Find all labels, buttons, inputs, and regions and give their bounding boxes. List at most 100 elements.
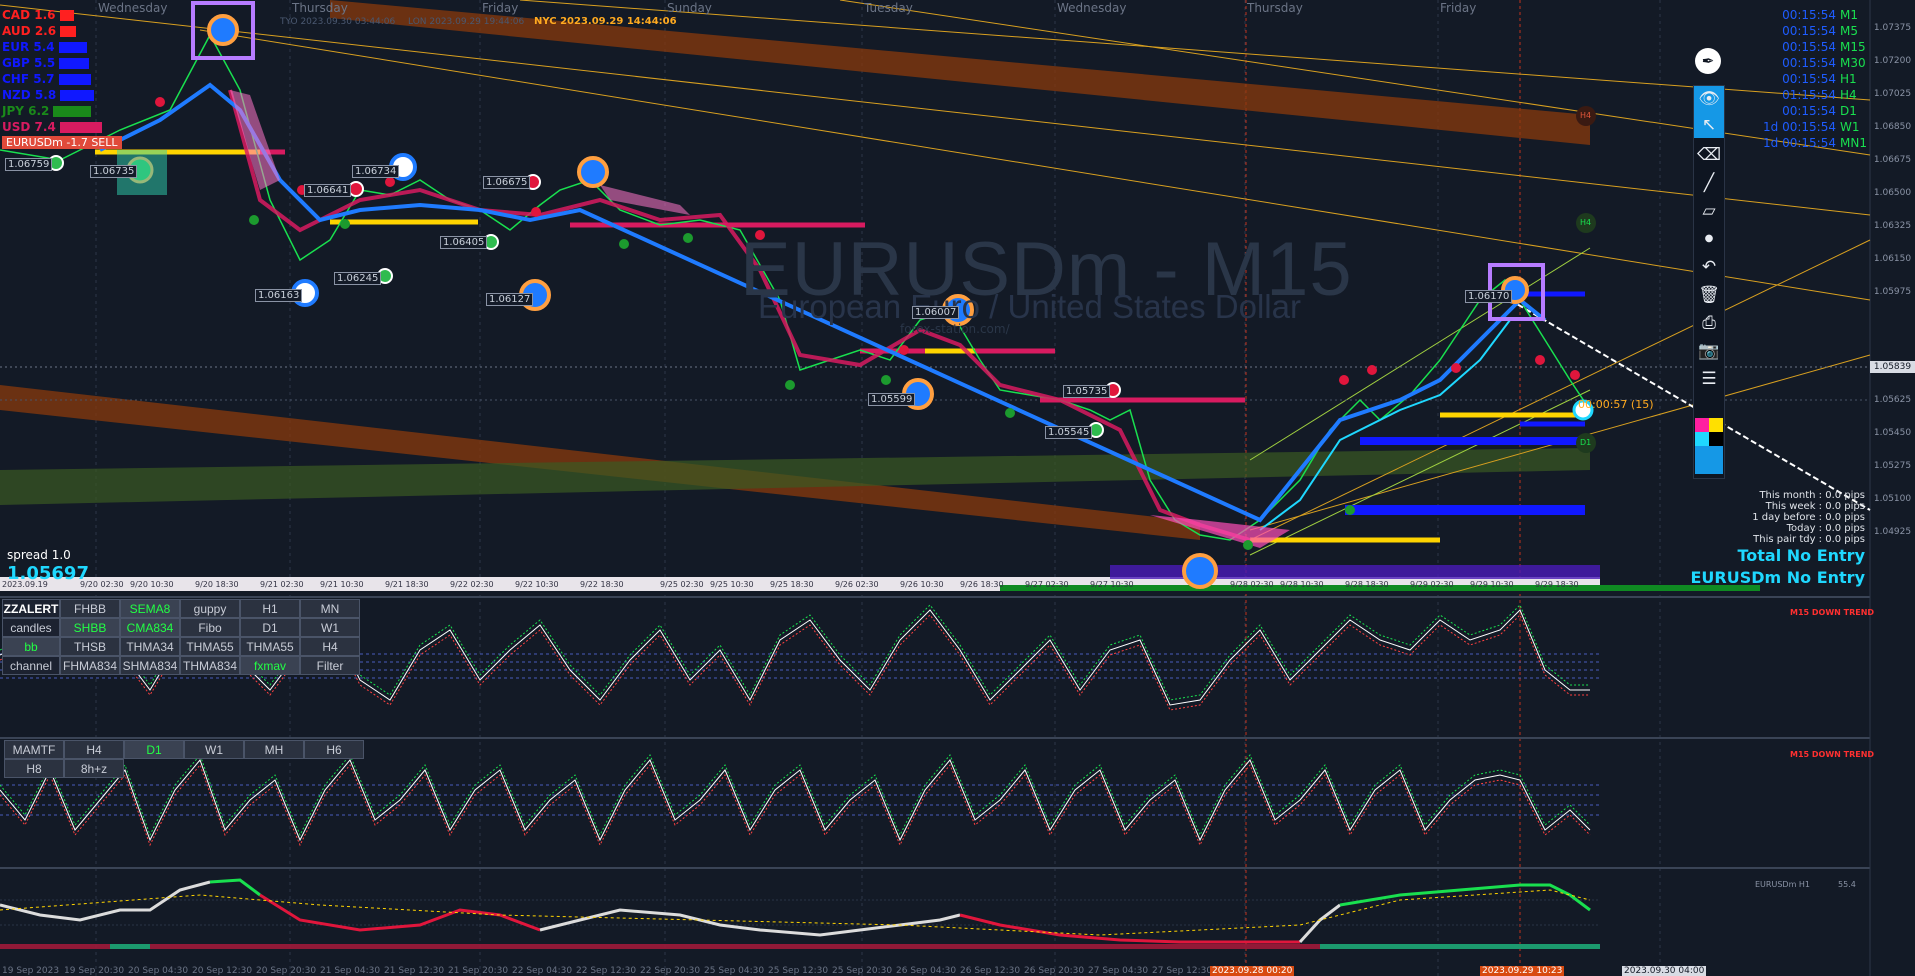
color-swatch[interactable] [1695, 446, 1723, 474]
thma55-button[interactable]: THMA55 [180, 637, 240, 656]
date-strip-label: 9/26 10:30 [900, 580, 944, 589]
h4-button[interactable]: H4 [300, 637, 360, 656]
ruler-icon[interactable]: ▱ [1694, 198, 1724, 224]
strength-cad: CAD 1.6 [2, 8, 74, 22]
date-strip-label: 9/27 02:30 [1025, 580, 1069, 589]
price-chart[interactable] [0, 0, 1915, 976]
strength-aud: AUD 2.6 [2, 24, 77, 38]
time-tick: 27 Sep 04:30 [1088, 966, 1149, 976]
session-tyo: TYO 2023.09.30 03:44:06 [280, 17, 396, 27]
d1-marker: D1 [1580, 438, 1592, 447]
h1-button[interactable]: H1 [240, 599, 300, 618]
d1-button[interactable]: D1 [240, 618, 300, 637]
color-swatch[interactable] [1709, 432, 1723, 446]
time-tick: 26 Sep 20:30 [1024, 966, 1085, 976]
cursor-icon[interactable]: ↖ [1694, 112, 1724, 138]
pip-stat: This month : 0.0 pips [1759, 490, 1865, 501]
fxmav-button[interactable]: fxmav [240, 656, 300, 675]
8h-button[interactable]: 8h+z [64, 759, 124, 778]
printer-icon[interactable]: ⎙ [1694, 310, 1724, 336]
zzalert-button[interactable]: ZZALERT [2, 599, 60, 618]
mh-button[interactable]: MH [244, 740, 304, 759]
time-highlight: 2023.09.30 04:00 [1622, 966, 1707, 976]
date-strip-label: 9/29 18:30 [1535, 580, 1579, 589]
trash-icon[interactable]: 🗑 [1694, 282, 1724, 308]
price-label: 1.05545 [1045, 426, 1093, 439]
h4-button[interactable]: H4 [64, 740, 124, 759]
shma834-button[interactable]: SHMA834 [120, 656, 180, 675]
signal-label: EURUSDm -1.7 SELL [2, 136, 122, 149]
bb-button[interactable]: bb [2, 637, 60, 656]
tf-row: 1d 00:15:54 MN1 [1763, 136, 1867, 150]
strength-gbp: GBP 5.5 [2, 56, 90, 70]
guppy-button[interactable]: guppy [180, 599, 240, 618]
candle-countdown: 00:00:57 (15) [1578, 398, 1654, 411]
cma834-button[interactable]: CMA834 [120, 618, 180, 637]
thma34-button[interactable]: THMA34 [120, 637, 180, 656]
thma834-button[interactable]: THMA834 [180, 656, 240, 675]
h6-button[interactable]: H6 [304, 740, 364, 759]
sema8-button[interactable]: SEMA8 [120, 599, 180, 618]
undo-icon[interactable]: ↶ [1694, 254, 1724, 280]
pip-stat: Today : 0.0 pips [1786, 523, 1865, 534]
shbb-button[interactable]: SHBB [60, 618, 120, 637]
price-tick: 1.05100 [1873, 494, 1912, 504]
filter-button[interactable]: Filter [300, 656, 360, 675]
total-entry-label: Total No Entry [1737, 546, 1865, 565]
thma55-button[interactable]: THMA55 [240, 637, 300, 656]
date-strip-label: 9/21 18:30 [385, 580, 429, 589]
h4-marker: H4 [1580, 111, 1592, 120]
tf-row: 00:15:54 D1 [1782, 104, 1857, 118]
fhbb-button[interactable]: FHBB [60, 599, 120, 618]
date-strip: 2023.09.19 9/20 02:30 9/20 10:30 9/20 18… [0, 580, 1600, 590]
spread-label: spread 1.0 [7, 548, 71, 562]
d1-button[interactable]: D1 [124, 740, 184, 759]
day-label: Tuesday [864, 1, 913, 15]
time-tick: 26 Sep 04:30 [896, 966, 957, 976]
time-tick: 22 Sep 04:30 [512, 966, 573, 976]
w1-button[interactable]: W1 [184, 740, 244, 759]
channel-button[interactable]: channel [2, 656, 60, 675]
date-strip-label: 9/20 18:30 [195, 580, 239, 589]
candles-button[interactable]: candles [2, 618, 60, 637]
mamtf-button[interactable]: MAMTF [4, 740, 64, 759]
time-tick: 20 Sep 04:30 [128, 966, 189, 976]
tf-row: 00:15:54 M30 [1782, 56, 1866, 70]
date-strip-label: 9/25 10:30 [710, 580, 754, 589]
date-strip-label: 9/28 10:30 [1280, 580, 1324, 589]
w1-button[interactable]: W1 [300, 618, 360, 637]
tf-row: 00:15:54 M1 [1782, 8, 1858, 22]
price-tick: 1.05450 [1873, 428, 1912, 438]
time-tick: 22 Sep 12:30 [576, 966, 637, 976]
date-strip-label: 9/25 02:30 [660, 580, 704, 589]
camera-icon[interactable]: 📷 [1694, 338, 1724, 364]
day-label: Wednesday [98, 1, 168, 15]
day-label: Friday [482, 1, 519, 15]
price-tick: 1.06150 [1873, 254, 1912, 264]
line-tool-icon[interactable]: ╱ [1694, 170, 1724, 196]
price-label: 1.06735 [90, 165, 138, 178]
eraser-icon[interactable]: ⌫ [1694, 142, 1724, 168]
time-highlight: 2023.09.29 10:23 [1480, 966, 1565, 976]
thsb-button[interactable]: THSB [60, 637, 120, 656]
color-swatch[interactable] [1695, 418, 1709, 432]
dot-icon[interactable]: ● [1694, 226, 1724, 252]
price-tick: 1.06675 [1873, 155, 1912, 165]
watermark-url: forex-station.com/ [900, 322, 1010, 336]
strength-nzd: NZD 5.8 [2, 88, 95, 102]
price-label: 1.06675 [483, 176, 531, 189]
date-strip-label: 9/22 18:30 [580, 580, 624, 589]
price-tick: 1.07375 [1873, 23, 1912, 33]
pen-logo-icon[interactable]: ✒ [1695, 48, 1721, 74]
color-swatch[interactable] [1709, 418, 1723, 432]
fhma834-button[interactable]: FHMA834 [60, 656, 120, 675]
eye-icon[interactable]: 👁 [1694, 86, 1724, 112]
mn-button[interactable]: MN [300, 599, 360, 618]
day-label: Thursday [292, 1, 348, 15]
price-tick: 1.04925 [1873, 527, 1912, 537]
tf-row: 1d 00:15:54 W1 [1763, 120, 1860, 134]
fibo-button[interactable]: Fibo [180, 618, 240, 637]
notes-icon[interactable]: ☰ [1694, 366, 1724, 392]
color-swatch[interactable] [1695, 432, 1709, 446]
h8-button[interactable]: H8 [4, 759, 64, 778]
